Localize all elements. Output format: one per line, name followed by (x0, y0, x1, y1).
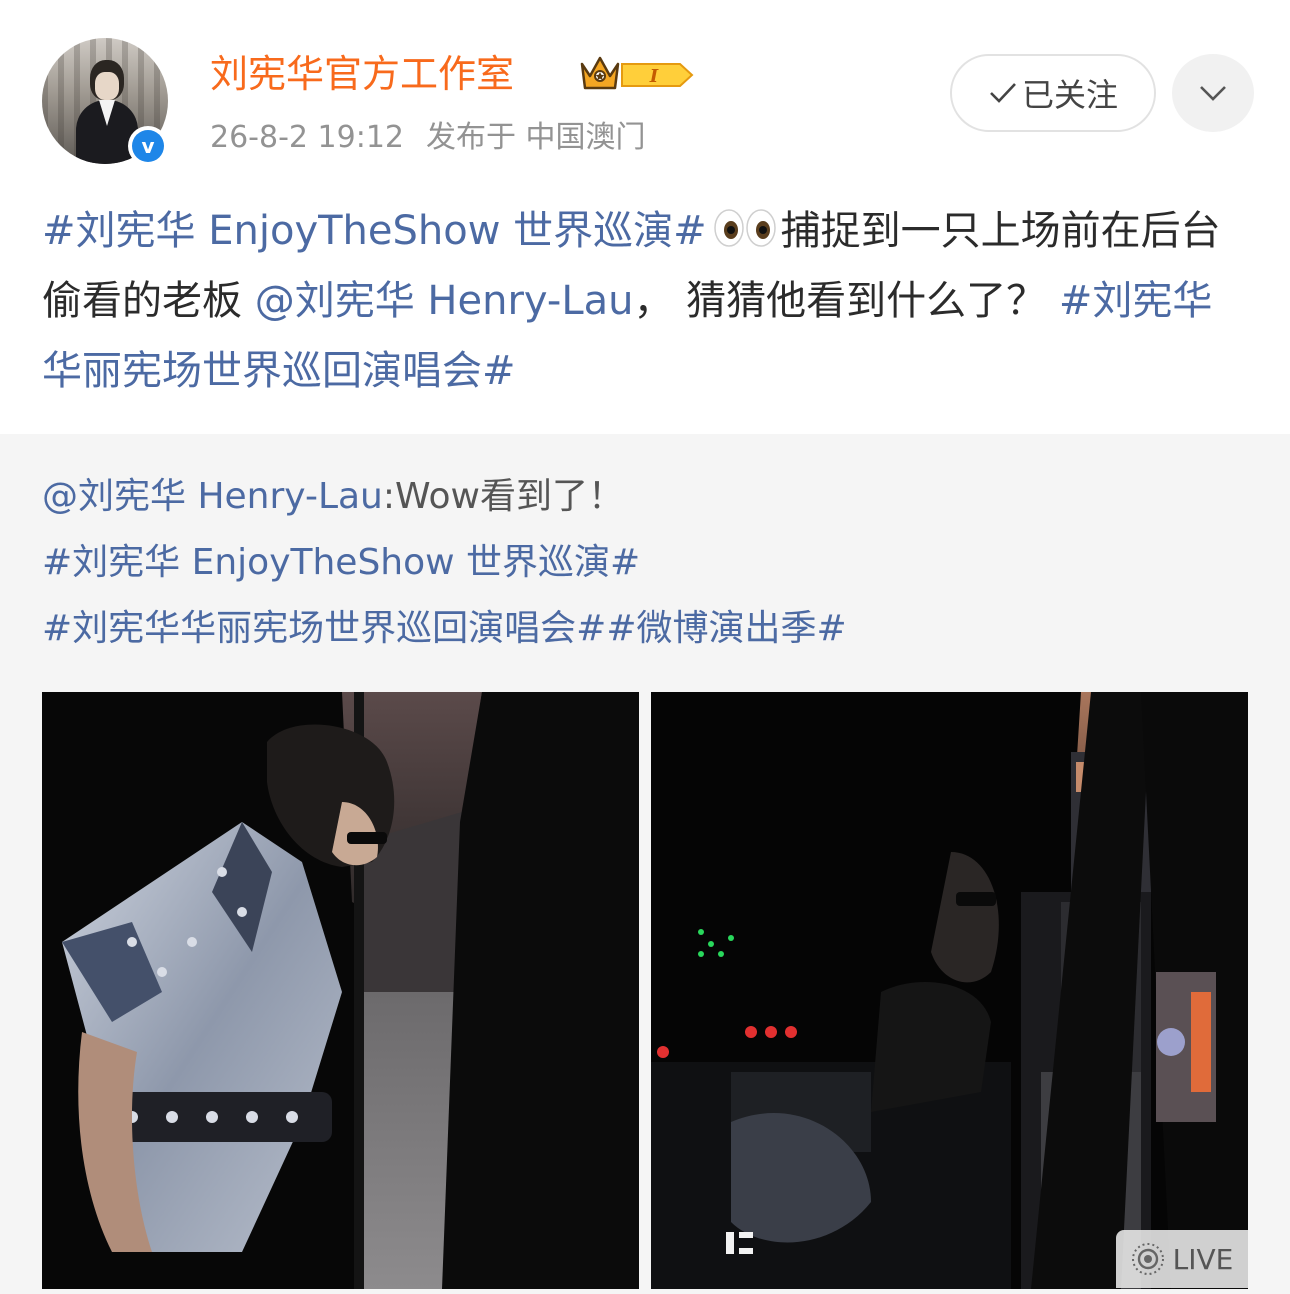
level-badge: I (621, 63, 694, 87)
hashtag-link[interactable]: #微博演出季# (606, 608, 846, 649)
level-badge-text: I (649, 66, 659, 87)
mention-link[interactable]: @刘宪华 Henry-Lau (255, 278, 634, 324)
mention-link[interactable]: @刘宪华 Henry-Lau (42, 476, 383, 517)
post-text: #刘宪华 EnjoyTheShow 世界巡演# 捕捉到一只上场前在后台偷看的老板… (42, 196, 1252, 406)
hashtag-link[interactable]: #刘宪华华丽宪场世界巡回演唱会# (42, 608, 606, 649)
timestamp: 26-8-2 19:12 (210, 120, 404, 155)
verified-icon: v (128, 126, 168, 166)
check-icon (990, 83, 1016, 103)
backstage-photo-1[interactable] (42, 692, 639, 1289)
live-label: LIVE (1172, 1242, 1234, 1276)
author-name[interactable]: 刘宪华官方工作室 (210, 48, 514, 100)
eyes-emoji-icon (713, 200, 777, 247)
hashtag-link[interactable]: #刘宪华 EnjoyTheShow 世界巡演# (42, 542, 640, 583)
follow-label: 已关注 (1021, 76, 1118, 114)
repost-text: @刘宪华 Henry-Lau:Wow看到了！ #刘宪华 EnjoyTheShow… (42, 464, 1252, 662)
more-button[interactable] (1172, 54, 1254, 132)
backstage-photo-2[interactable] (651, 692, 1248, 1289)
live-photo-icon (1131, 1243, 1164, 1275)
live-badge[interactable]: LIVE (1116, 1230, 1248, 1288)
follow-button[interactable]: 已关注 (950, 54, 1156, 132)
post-text-2: ， 猜猜他看到什么了？ (633, 278, 1047, 324)
crown-icon (580, 56, 620, 90)
repost-comment: :Wow看到了！ (382, 476, 624, 517)
chevron-down-icon (1200, 86, 1226, 101)
location: 发布于 中国澳门 (426, 120, 646, 155)
post-meta: 26-8-2 19:12 发布于 中国澳门 (210, 116, 646, 160)
repost-card[interactable]: @刘宪华 Henry-Lau:Wow看到了！ #刘宪华 EnjoyTheShow… (0, 434, 1290, 1294)
hashtag-link[interactable]: #刘宪华 EnjoyTheShow 世界巡演# (42, 208, 707, 254)
